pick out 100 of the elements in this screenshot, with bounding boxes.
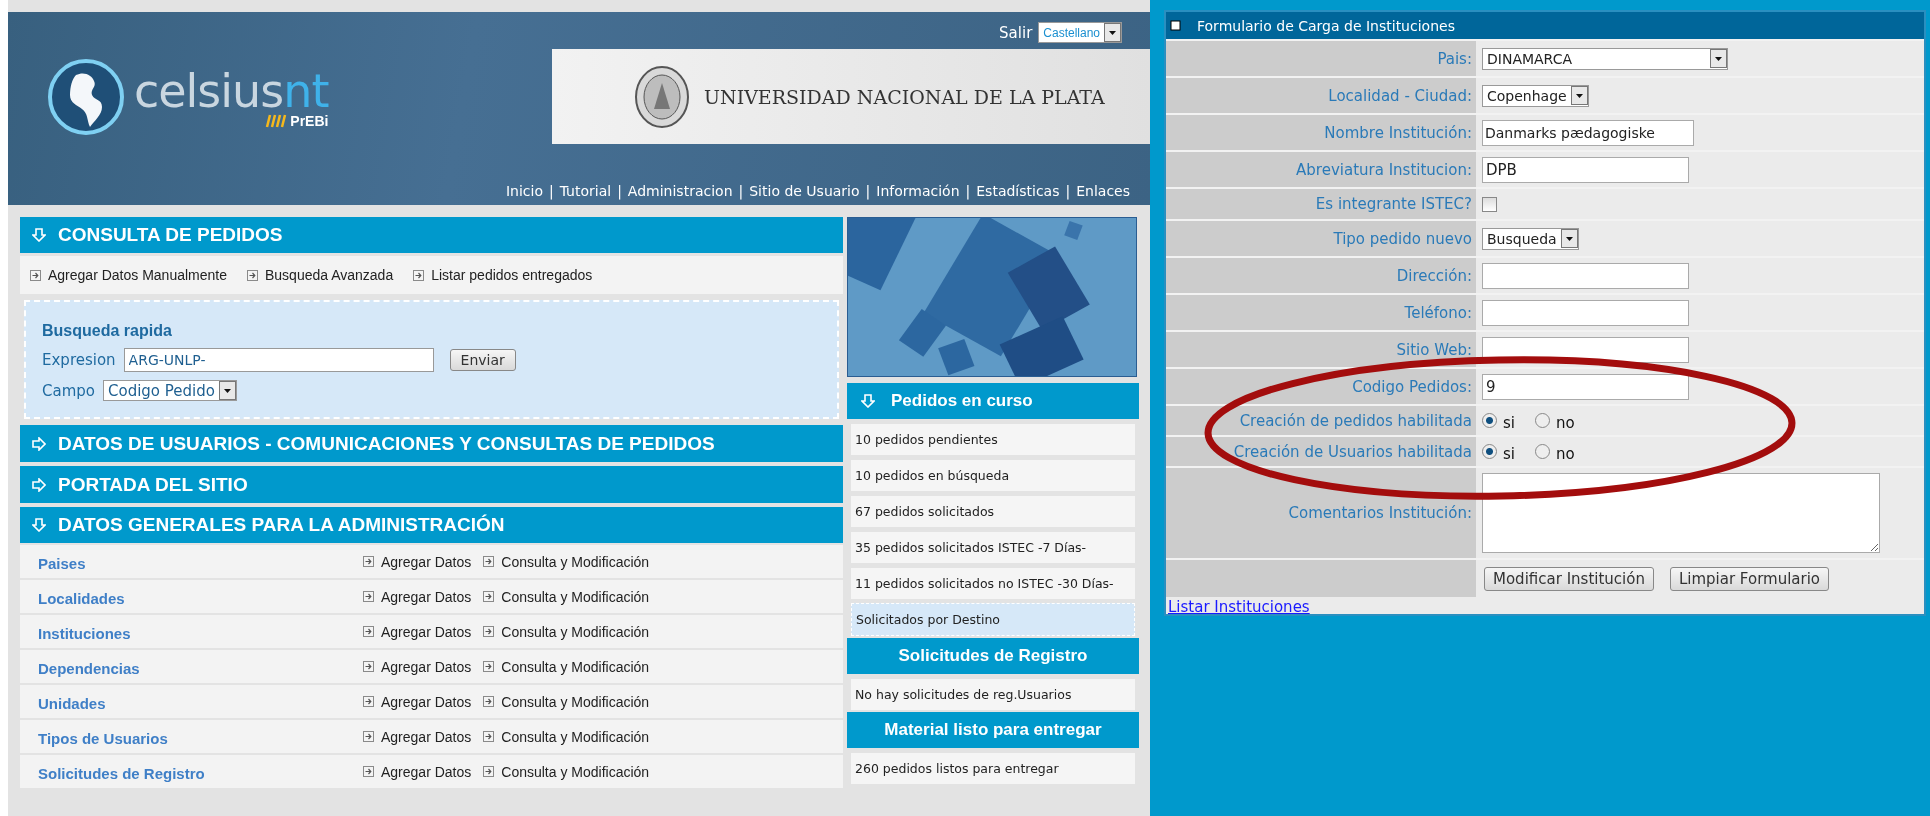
field-label: Creación de Usuarios habilitada xyxy=(1166,437,1476,466)
field-label: Tipo pedido nuevo xyxy=(1166,221,1476,256)
action-link[interactable]: Agregar Datos xyxy=(381,763,472,780)
action-link[interactable]: Consulta y Modificación xyxy=(501,728,650,745)
arrow-box-icon xyxy=(363,766,374,777)
sidebar-item[interactable]: 35 pedidos solicitados ISTEC -7 Días- xyxy=(851,532,1135,563)
checkbox[interactable] xyxy=(1482,196,1497,212)
caret-icon xyxy=(1104,23,1121,42)
entity-link[interactable]: Dependencias xyxy=(38,656,363,677)
sidebar-item[interactable]: 11 pedidos solicitados no ISTEC -30 Días- xyxy=(851,568,1135,599)
expression-field[interactable]: ARG-UNLP- xyxy=(123,348,434,372)
field-label: Codigo Pedidos: xyxy=(1166,369,1476,404)
text-field[interactable] xyxy=(1482,299,1689,326)
sidebar-item[interactable]: 10 pedidos en búsqueda xyxy=(851,460,1135,491)
sub-brand: PrEBi xyxy=(290,112,329,129)
action-link[interactable]: Agregar Datos Manualmente xyxy=(48,267,227,283)
nav-separator: | xyxy=(738,183,744,199)
caret-icon xyxy=(1570,86,1588,105)
action-link[interactable]: Agregar Datos xyxy=(381,623,472,640)
sidebar-item[interactable]: 10 pedidos pendientes xyxy=(851,424,1135,455)
entity-link[interactable]: Instituciones xyxy=(38,621,363,642)
arrow-box-icon xyxy=(483,731,495,742)
entity-link[interactable]: Tipos de Usuarios xyxy=(38,726,363,747)
nav-link[interactable]: Sitio de Usuario xyxy=(749,183,860,199)
nav-separator: | xyxy=(617,183,622,199)
nav-link[interactable]: Estadísticas xyxy=(976,183,1060,199)
action-link[interactable]: Consulta y Modificación xyxy=(501,693,650,710)
action-link[interactable]: Agregar Datos xyxy=(381,693,472,710)
arrow-box-icon xyxy=(363,591,374,602)
list-link[interactable]: Listar Instituciones xyxy=(1168,598,1310,616)
form-title: Formulario de Carga de Instituciones xyxy=(1197,17,1455,34)
nav-link[interactable]: Tutorial xyxy=(559,183,612,199)
form-button[interactable]: Limpiar Formulario xyxy=(1669,566,1830,591)
action-link[interactable]: Busqueda Avanzada xyxy=(265,267,394,283)
arrow-box-icon xyxy=(483,591,495,602)
entity-link[interactable]: Localidades xyxy=(38,586,363,607)
caret-icon xyxy=(1710,49,1727,68)
entity-link[interactable]: Solicitudes de Registro xyxy=(38,761,363,782)
action-link[interactable]: Listar pedidos entregados xyxy=(431,267,593,283)
radio-button[interactable] xyxy=(1482,444,1497,459)
action-link[interactable]: Consulta y Modificación xyxy=(501,623,650,640)
sidebar-item[interactable]: No hay solicitudes de reg.Usuarios xyxy=(851,679,1135,710)
arrow-box-icon xyxy=(483,661,495,672)
action-link[interactable]: Consulta y Modificación xyxy=(501,658,650,675)
caret-icon xyxy=(218,381,236,400)
action-link[interactable]: Consulta y Modificación xyxy=(501,763,650,780)
field-label: Comentarios Institución: xyxy=(1166,468,1476,558)
sidebar-item[interactable]: Solicitados por Destino xyxy=(851,603,1135,636)
nav-separator: | xyxy=(1065,183,1071,199)
radio-label: no xyxy=(1556,443,1575,463)
radio-label: no xyxy=(1556,412,1575,432)
nav-link[interactable]: Administracion xyxy=(627,183,733,199)
sidebar-item[interactable]: 260 pedidos listos para entregar xyxy=(851,753,1135,784)
stripes-icon xyxy=(265,113,288,128)
select-field[interactable]: DINAMARCA xyxy=(1482,47,1728,70)
field-label: Dirección: xyxy=(1166,258,1476,293)
select-field[interactable]: Busqueda xyxy=(1482,227,1579,250)
field-label: Teléfono: xyxy=(1166,295,1476,330)
radio-button[interactable] xyxy=(1535,413,1550,428)
sidebar-item[interactable]: 67 pedidos solicitados xyxy=(851,496,1135,527)
arrow-box-icon xyxy=(363,731,374,742)
arrow-box-icon xyxy=(413,269,425,281)
radio-button[interactable] xyxy=(1482,413,1497,428)
right-arrow-icon xyxy=(32,436,46,451)
arrow-box-icon xyxy=(247,269,258,281)
text-field[interactable]: Danmarks pædagogiske xyxy=(1482,119,1694,146)
comment-field[interactable] xyxy=(1482,473,1880,553)
select-field[interactable]: Codigo Pedido xyxy=(103,380,237,401)
radio-button[interactable] xyxy=(1535,444,1550,459)
action-link[interactable]: Agregar Datos xyxy=(381,728,472,745)
nav-link[interactable]: Enlaces xyxy=(1076,183,1130,199)
entity-link[interactable]: Paises xyxy=(38,551,363,572)
form-button[interactable]: Modificar Institución xyxy=(1484,566,1654,591)
action-link[interactable]: Agregar Datos xyxy=(381,588,472,605)
arrow-box-icon xyxy=(483,556,495,567)
logout-link[interactable]: Salir xyxy=(999,23,1033,42)
caret-icon xyxy=(1560,229,1578,248)
arrow-box-icon xyxy=(483,696,495,707)
text-field[interactable]: DPB xyxy=(1482,156,1689,183)
arrow-box-icon xyxy=(363,661,374,672)
field-label: Creación de pedidos habilitada xyxy=(1166,406,1476,435)
action-link[interactable]: Consulta y Modificación xyxy=(501,588,650,605)
down-arrow-icon xyxy=(32,518,46,532)
nav-separator: | xyxy=(548,183,554,199)
text-field[interactable]: 9 xyxy=(1482,373,1689,400)
action-link[interactable]: Agregar Datos xyxy=(381,553,472,570)
arrow-box-icon xyxy=(363,696,374,707)
nav-link[interactable]: Inicio xyxy=(505,183,543,199)
seal-icon xyxy=(634,64,690,129)
arrow-box-icon xyxy=(483,626,495,637)
action-link[interactable]: Agregar Datos xyxy=(381,658,472,675)
select-field[interactable]: Castellano xyxy=(1038,22,1122,43)
radio-label: si xyxy=(1503,443,1515,463)
text-field[interactable] xyxy=(1482,262,1689,289)
field-label: Pais: xyxy=(1166,41,1476,76)
action-link[interactable]: Consulta y Modificación xyxy=(501,553,650,570)
nav-link[interactable]: Información xyxy=(876,183,960,199)
select-field[interactable]: Copenhage xyxy=(1482,84,1589,107)
entity-link[interactable]: Unidades xyxy=(38,691,363,712)
submit-button[interactable]: Enviar xyxy=(449,349,516,371)
